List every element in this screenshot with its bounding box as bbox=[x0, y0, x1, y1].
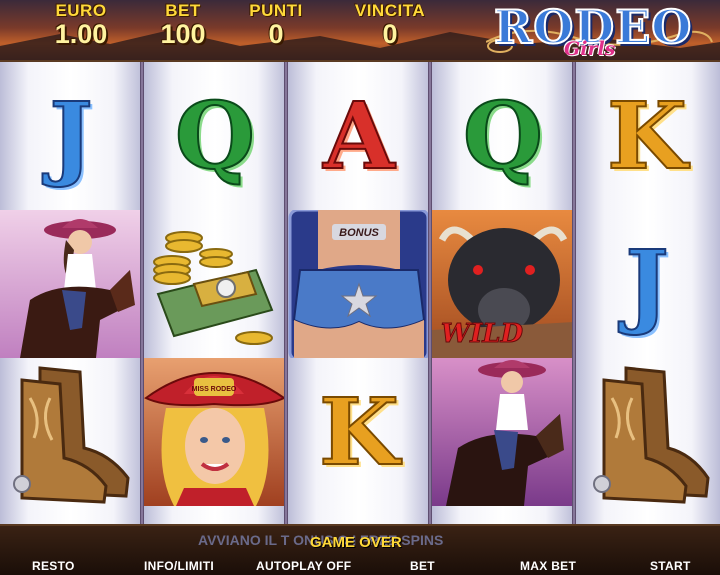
punti-value: 0 bbox=[268, 19, 284, 49]
reel-4-symbol-1: Q bbox=[432, 62, 574, 210]
game-status-message: GAME OVER bbox=[310, 534, 402, 551]
reel-4: Q WILD bbox=[432, 62, 574, 524]
reel-3-symbol-1: A bbox=[288, 62, 430, 210]
letter-a-symbol: A bbox=[322, 82, 395, 190]
bet-display: BET 100 bbox=[148, 1, 218, 49]
punti-label: PUNTI bbox=[249, 1, 303, 20]
money-stack-icon bbox=[153, 231, 274, 345]
letter-j-symbol: J bbox=[48, 82, 94, 190]
reel-1: J bbox=[0, 62, 142, 524]
euro-display: EURO 1.00 bbox=[36, 1, 126, 49]
vincita-label: VINCITA bbox=[354, 1, 426, 20]
reel-2-symbol-1: Q bbox=[144, 62, 286, 210]
bet-value: 100 bbox=[160, 19, 206, 49]
wild-text: WILD bbox=[441, 319, 524, 349]
reel-3: A BONUS K bbox=[288, 62, 430, 524]
blonde-cowgirl-icon: MISS RODEO bbox=[144, 372, 286, 506]
reel-5: K J bbox=[576, 62, 720, 524]
reel-1-symbol-3 bbox=[0, 358, 142, 506]
reel-5-symbol-2: J bbox=[576, 210, 718, 358]
bull-wild-icon: WILD bbox=[432, 226, 574, 358]
reel-4-symbol-3 bbox=[432, 358, 574, 506]
reel-1-symbol-2 bbox=[0, 210, 142, 358]
reels-area: J Q MISS RODEO A BONUS K Q WILD K J bbox=[0, 62, 720, 524]
cowboy-boots-icon bbox=[593, 366, 710, 504]
reel-5-symbol-3 bbox=[576, 358, 718, 506]
resto-button[interactable]: RESTO bbox=[32, 559, 75, 573]
vincita-value: 0 bbox=[382, 19, 398, 49]
reel-1-symbol-1: J bbox=[0, 62, 142, 210]
vincita-display: VINCITA 0 bbox=[342, 1, 438, 49]
punti-display: PUNTI 0 bbox=[236, 1, 316, 49]
bet-label: BET bbox=[165, 1, 201, 20]
letter-j-symbol: J bbox=[624, 230, 670, 338]
info-limiti-button[interactable]: INFO/LIMITI bbox=[144, 559, 214, 573]
reel-2-symbol-2 bbox=[144, 210, 286, 358]
bonus-text: BONUS bbox=[339, 227, 379, 239]
reel-3-symbol-3: K bbox=[288, 358, 430, 506]
logo-sub-text: Girls bbox=[564, 38, 616, 60]
svg-text:MISS RODEO: MISS RODEO bbox=[192, 386, 237, 393]
reel-5-symbol-1: K bbox=[576, 62, 718, 210]
cowgirl-rider-icon bbox=[20, 219, 135, 358]
rodeo-girls-logo: RODEO Girls bbox=[486, 1, 716, 60]
reel-2: Q MISS RODEO bbox=[144, 62, 286, 524]
max-bet-button[interactable]: MAX BET bbox=[520, 559, 576, 573]
letter-k-symbol: K bbox=[318, 378, 400, 486]
autoplay-button[interactable]: AUTOPLAY OFF bbox=[256, 559, 351, 573]
letter-k-symbol: K bbox=[606, 82, 688, 190]
euro-label: EURO bbox=[55, 1, 107, 20]
letter-q-symbol: Q bbox=[462, 82, 544, 190]
euro-value: 1.00 bbox=[54, 19, 108, 49]
reel-4-symbol-2: WILD bbox=[432, 210, 574, 358]
bonus-shorts-icon: BONUS bbox=[288, 210, 430, 358]
letter-q-symbol: Q bbox=[174, 82, 256, 190]
reel-2-symbol-3: MISS RODEO bbox=[144, 358, 286, 506]
cowgirl-rider-icon bbox=[446, 360, 564, 506]
start-button[interactable]: START bbox=[650, 559, 691, 573]
reel-3-symbol-2: BONUS bbox=[288, 210, 430, 358]
cowboy-boots-icon bbox=[13, 366, 130, 504]
bet-button[interactable]: BET bbox=[410, 559, 435, 573]
